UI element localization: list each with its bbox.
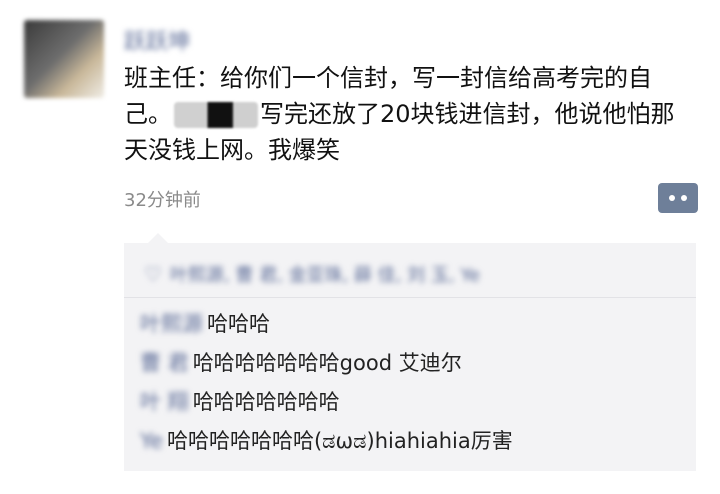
comment-author[interactable]: 曹 君 <box>140 348 189 378</box>
comment-author[interactable]: 叶 翔 <box>140 387 189 417</box>
likes-row: ♡ 叶熙源, 曹 君, 金亚珠, 薛 佳, 刘 玉, Ye <box>144 261 684 287</box>
comment-item[interactable]: Ye 哈哈哈哈哈哈哈(ಡωಡ)hiahiahia厉害 <box>140 426 513 456</box>
comment-text: 哈哈哈 <box>207 312 270 336</box>
comment-item[interactable]: 曹 君哈哈哈哈哈哈哈good 艾迪尔 <box>140 348 462 378</box>
more-actions-button[interactable] <box>658 183 698 213</box>
post-author-name[interactable]: 跃跃坤 <box>124 24 190 56</box>
comment-text: 哈哈哈哈哈哈哈 <box>192 390 340 414</box>
comment-text: 哈哈哈哈哈哈哈good 艾迪尔 <box>192 351 462 375</box>
more-dots-icon <box>681 195 687 201</box>
redacted-mark <box>174 102 258 128</box>
comment-author[interactable]: Ye <box>140 426 163 456</box>
comment-box-pointer <box>148 233 168 243</box>
comment-text: 哈哈哈哈哈哈哈(ಡωಡ)hiahiahia厉害 <box>166 429 513 453</box>
comment-author[interactable]: 叶熙源 <box>140 309 203 339</box>
heart-icon: ♡ <box>144 262 162 286</box>
comment-item[interactable]: 叶熙源 哈哈哈 <box>140 309 270 339</box>
post-text: 班主任：给你们一个信封，写一封信给高考完的自己。 写完还放了20块钱进信封，他说他… <box>124 60 690 168</box>
likes-names[interactable]: 叶熙源, 曹 君, 金亚珠, 薛 佳, 刘 玉, Ye <box>170 261 480 287</box>
comment-item[interactable]: 叶 翔哈哈哈哈哈哈哈 <box>140 387 340 417</box>
post-timestamp: 32分钟前 <box>124 190 201 211</box>
more-dots-icon <box>669 195 675 201</box>
comment-section: ♡ 叶熙源, 曹 君, 金亚珠, 薛 佳, 刘 玉, Ye 叶熙源 哈哈哈 曹 君… <box>124 243 696 471</box>
divider <box>124 297 696 298</box>
avatar[interactable] <box>24 20 104 98</box>
